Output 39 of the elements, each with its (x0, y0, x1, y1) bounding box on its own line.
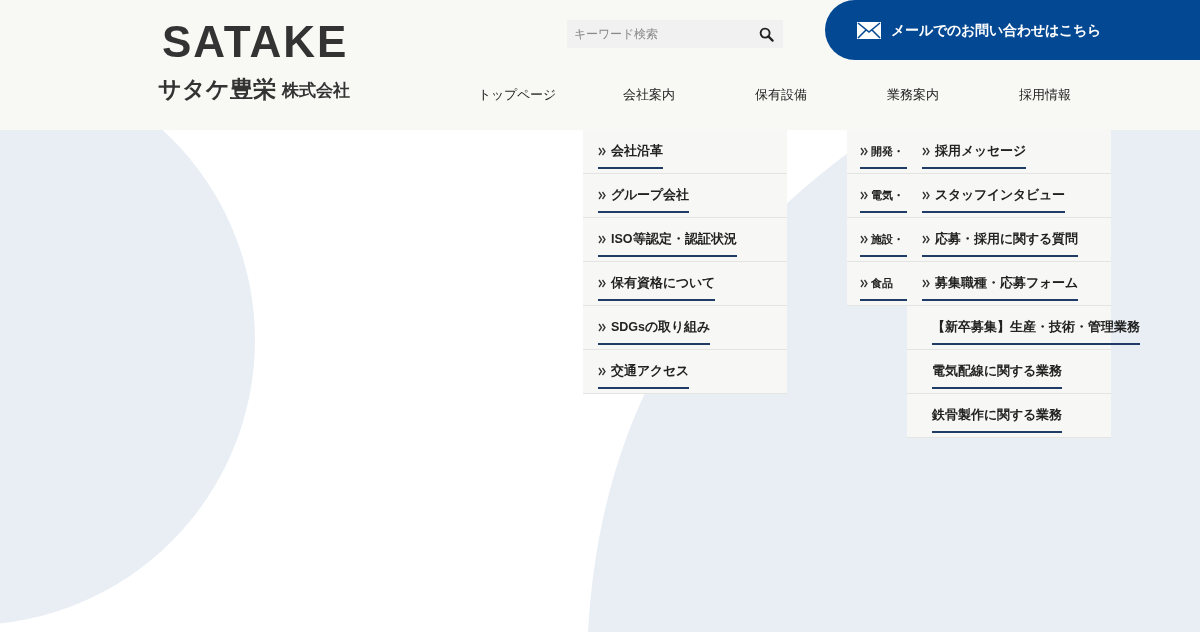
double-chevron-icon (860, 235, 868, 244)
double-chevron-icon (922, 191, 930, 200)
company-name: サタケ豊栄 (158, 76, 276, 102)
menu-link[interactable]: 会社沿革 (598, 143, 663, 169)
menu-link[interactable]: グループ会社 (598, 187, 689, 213)
double-chevron-icon (598, 367, 606, 376)
double-chevron-icon (860, 147, 868, 156)
mail-contact-button[interactable]: メールでのお問い合わせはこちら (825, 0, 1200, 60)
nav-link[interactable]: 保有設備 (715, 84, 847, 106)
double-chevron-icon (860, 279, 868, 288)
menu-link[interactable]: 鉄骨製作に関する業務 (932, 407, 1062, 433)
menu-link[interactable]: 【新卒募集】生産・技術・管理業務 (932, 319, 1140, 345)
nav-link[interactable]: 業務案内 (847, 84, 979, 106)
envelope-icon (857, 21, 881, 39)
double-chevron-icon (598, 323, 606, 332)
menu-link[interactable]: 採用メッセージ (922, 143, 1026, 169)
logo-wordmark[interactable]: SATAKE (158, 14, 349, 70)
double-chevron-icon (598, 147, 606, 156)
nav-link[interactable]: 採用情報 (979, 84, 1111, 106)
menu-link[interactable]: SDGsの取り組み (598, 319, 711, 345)
menu-link[interactable]: 電気配線に関する業務 (932, 363, 1062, 389)
search-icon[interactable] (759, 27, 774, 42)
double-chevron-icon (922, 147, 930, 156)
menu-link[interactable]: 保有資格について (598, 275, 715, 301)
search-field[interactable]: キーワード検索 (567, 20, 783, 48)
menu-link[interactable]: 応募・採用に関する質問 (922, 231, 1078, 257)
menu-link[interactable]: ISO等認定・認証状況 (598, 231, 737, 257)
menu-link[interactable]: 交通アクセス (598, 363, 689, 389)
double-chevron-icon (922, 235, 930, 244)
double-chevron-icon (598, 235, 606, 244)
menu-link[interactable]: 募集職種・応募フォーム (922, 275, 1078, 301)
company-suffix: 株式会社 (282, 80, 350, 102)
double-chevron-icon (922, 279, 930, 288)
double-chevron-icon (860, 191, 868, 200)
double-chevron-icon (598, 279, 606, 288)
nav-link[interactable]: トップページ (451, 84, 583, 106)
menu-link[interactable]: スタッフインタビュー (922, 187, 1065, 213)
nav-link[interactable]: 会社案内 (583, 84, 715, 106)
double-chevron-icon (598, 191, 606, 200)
